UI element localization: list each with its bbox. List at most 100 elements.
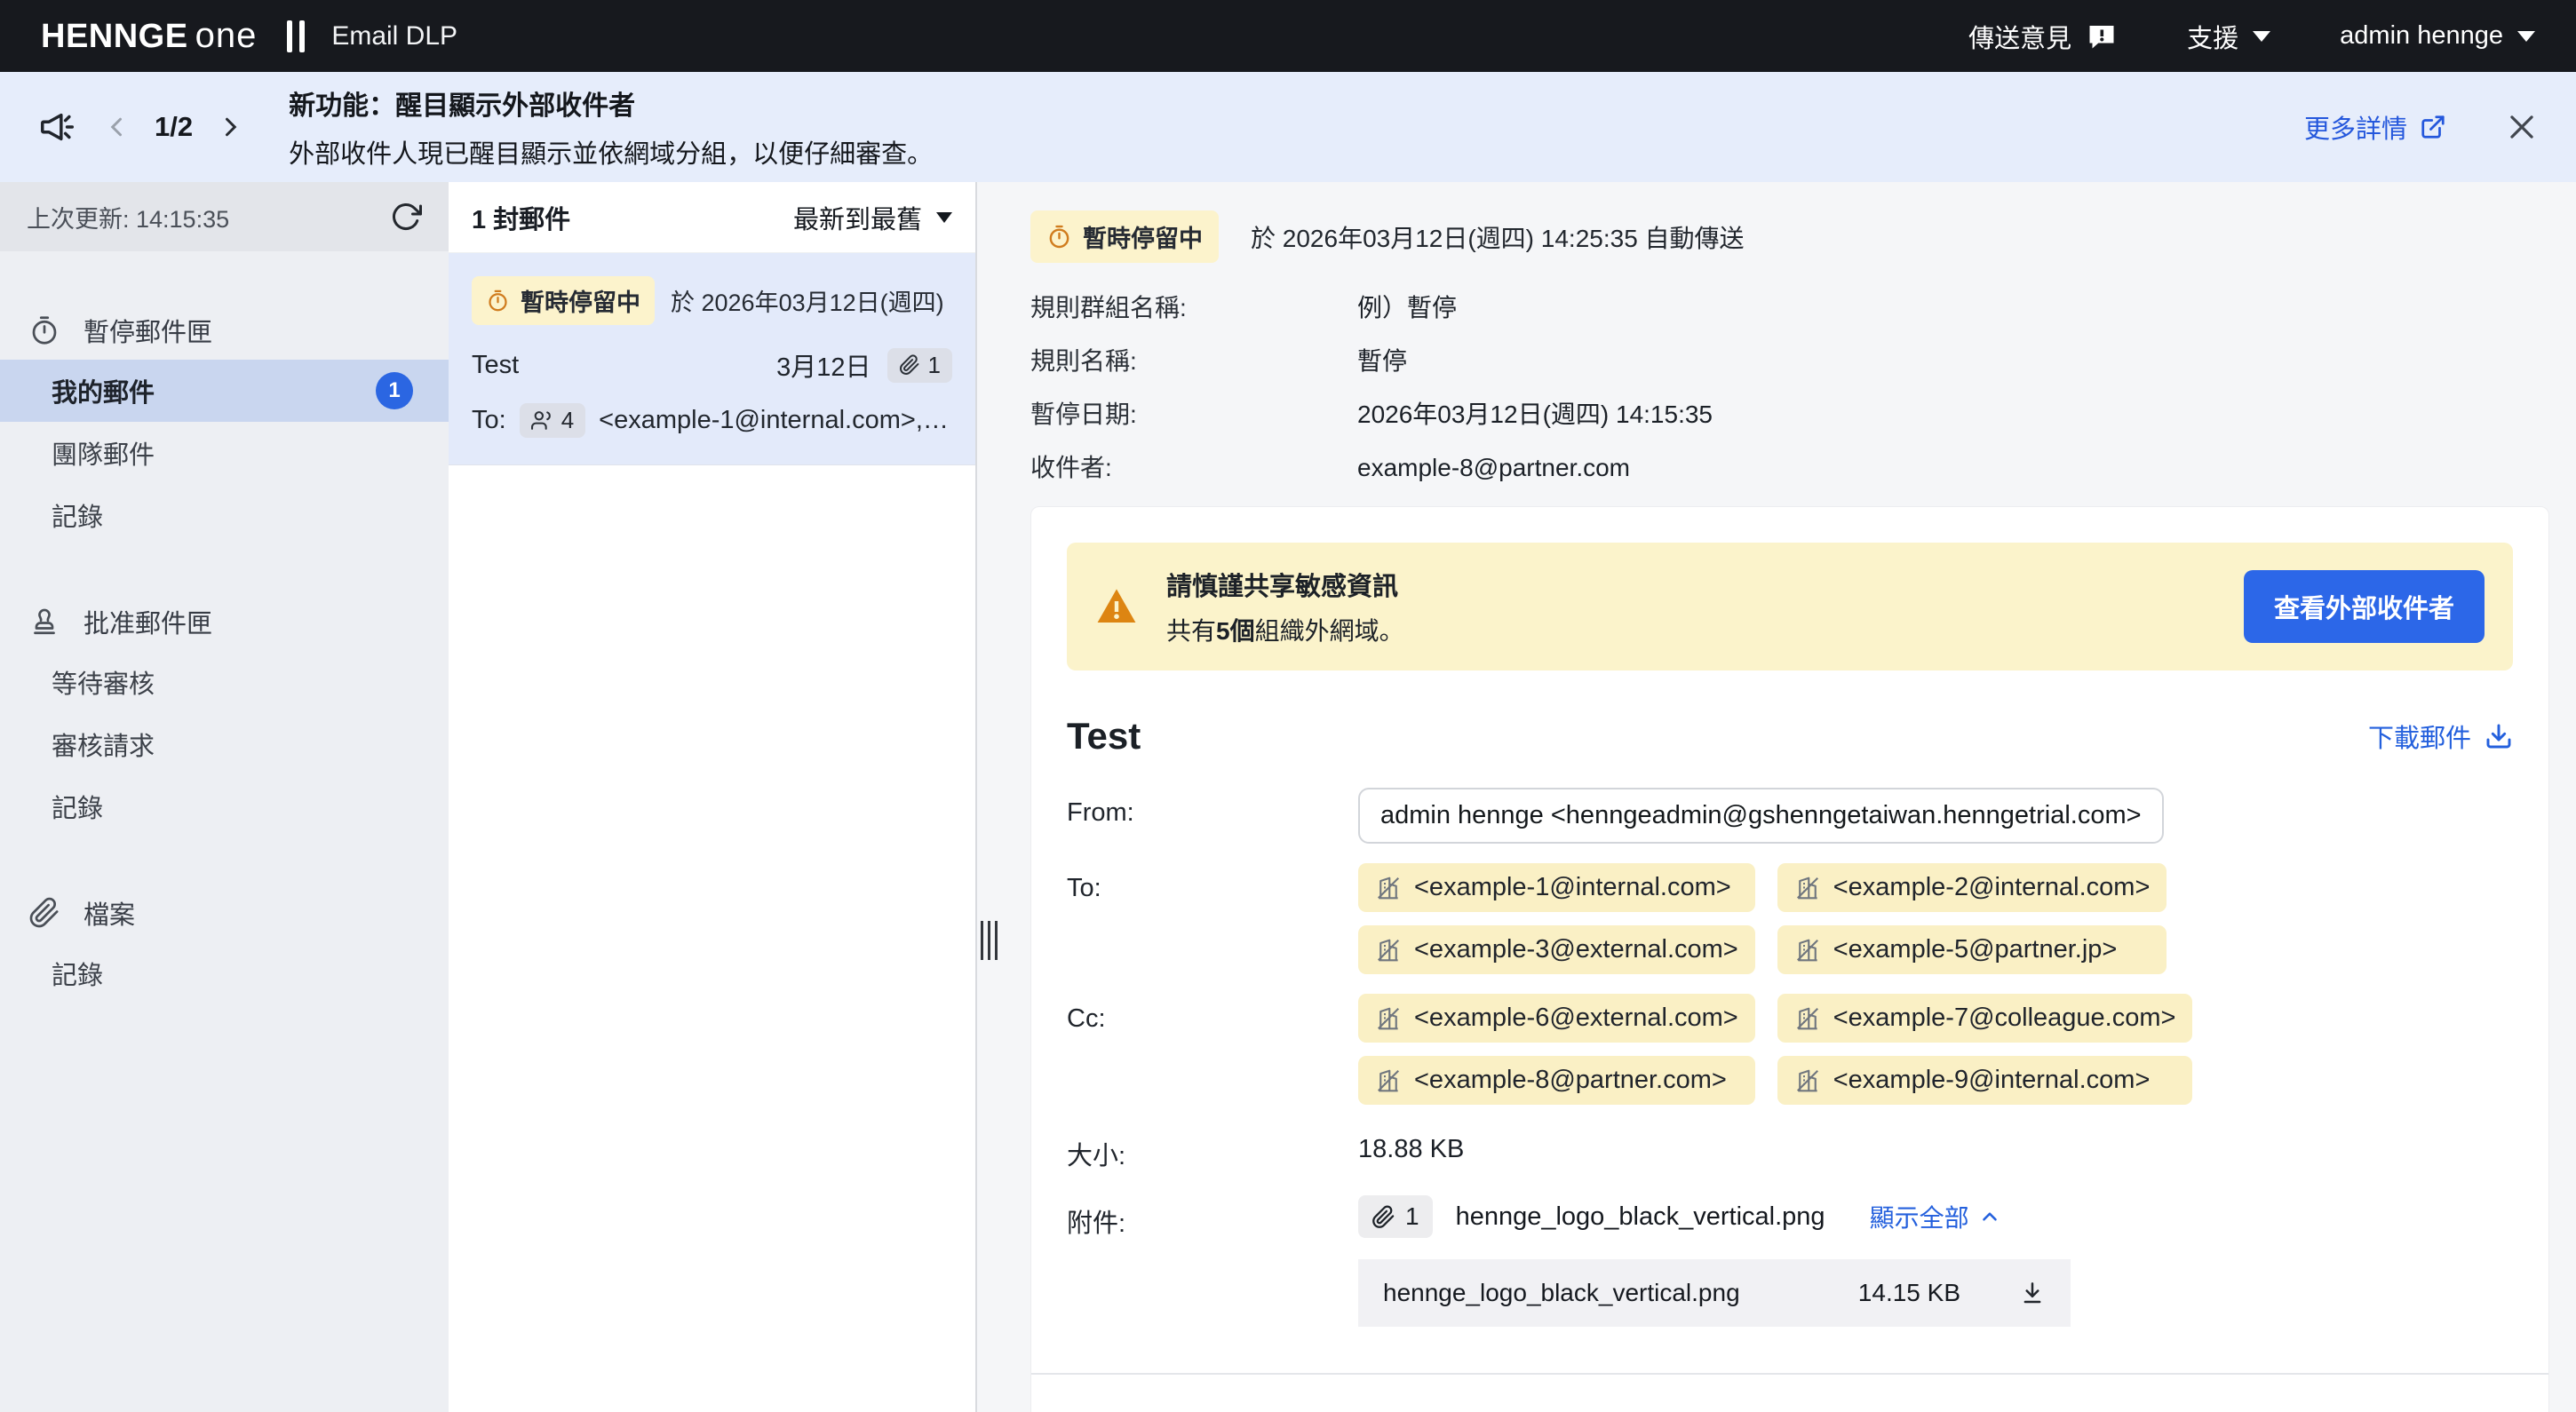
field-label: 暫停日期:	[1030, 400, 1357, 430]
recipient-address: <example-2@internal.com>	[1833, 873, 2151, 902]
external-org-icon	[1375, 1067, 1402, 1094]
external-link-icon	[2420, 114, 2446, 140]
sidebar-section-paused-mailbox: 暫停郵件匣	[0, 301, 449, 360]
recipient-address: <example-9@internal.com>	[1833, 1066, 2151, 1095]
hennge-one-logo[interactable]: HENNGE one	[41, 16, 257, 56]
auto-send-time: 於 2026年03月12日(週四) 14:25:35 自動傳送	[1251, 219, 1745, 255]
sidebar-section-approval-mailbox: 批准郵件匣	[0, 592, 449, 651]
user-menu[interactable]: admin hennge	[2340, 21, 2535, 51]
download-mail-link[interactable]: 下載郵件	[2368, 718, 2513, 755]
field-value: 暫停	[1357, 346, 1407, 377]
field-label: 規則名稱:	[1030, 346, 1357, 377]
sidebar-item-review-requests[interactable]: 審核請求	[0, 713, 449, 775]
recipients-preview: <example-1@internal.com>,…	[599, 406, 952, 435]
nav-item-label: 我的郵件	[52, 372, 155, 409]
mail-subject-title: Test	[1067, 715, 1141, 758]
recipient-address: <example-5@partner.jp>	[1833, 935, 2118, 964]
status-label: 暫時停留中	[521, 283, 640, 318]
announcement-body: 外部收件人現已醒目顯示並依網域分組，以便仔細審查。	[289, 133, 933, 171]
rule-group-row: 規則群組名稱: 例）暫停	[1030, 293, 2549, 323]
mail-list-item-selected[interactable]: 暫時停留中 於 2026年03月12日(週四) 14… Test 3月12日 1	[449, 253, 975, 465]
recipient-chip: <example-1@internal.com>	[1358, 863, 1755, 912]
recipient-chip: <example-6@external.com>	[1358, 994, 1755, 1043]
section-label: 批准郵件匣	[83, 603, 212, 640]
pager-count: 1/2	[155, 111, 193, 143]
sidebar-item-pending-review[interactable]: 等待審核	[0, 651, 449, 713]
warning-body: 共有5個組織外網域。	[1166, 612, 1404, 647]
stamp-icon	[28, 606, 60, 638]
field-value: 2026年03月12日(週四) 14:15:35	[1357, 400, 1713, 430]
nav-item-label: 記錄	[52, 496, 103, 534]
more-details-label: 更多詳情	[2304, 108, 2407, 146]
support-label: 支援	[2187, 18, 2238, 55]
download-mail-label: 下載郵件	[2368, 718, 2471, 755]
external-org-icon	[1794, 937, 1821, 964]
sort-dropdown[interactable]: 最新到最舊	[793, 199, 952, 236]
file-size: 14.15 KB	[1858, 1279, 1960, 1307]
size-label: 大小:	[1067, 1124, 1358, 1172]
sensitive-info-warning: 請慎謹共享敏感資訊 共有5個組織外網域。 查看外部收件者	[1067, 543, 2513, 670]
brand-secondary: one	[195, 16, 258, 56]
status-label: 暫時停留中	[1083, 219, 1203, 254]
to-row: To: <example-1@internal.com>	[1067, 863, 2513, 974]
last-updated-label: 上次更新: 14:15:35	[27, 200, 229, 234]
field-label: 規則群組名稱:	[1030, 293, 1357, 323]
nav-item-label: 團隊郵件	[52, 434, 155, 472]
more-details-link[interactable]: 更多詳情	[2304, 108, 2446, 146]
external-org-icon	[1794, 1005, 1821, 1032]
cc-label: Cc:	[1067, 994, 1358, 1034]
attachment-name: hennge_logo_black_vertical.png	[1456, 1202, 1825, 1232]
sidebar-item-files-log[interactable]: 記錄	[0, 942, 449, 1004]
file-name: hennge_logo_black_vertical.png	[1383, 1279, 1858, 1307]
field-value: 例）暫停	[1357, 293, 1457, 323]
mail-date: 3月12日	[776, 346, 871, 384]
view-external-recipients-button[interactable]: 查看外部收件者	[2244, 570, 2485, 643]
mail-subject: Test	[472, 351, 519, 380]
product-divider-icon	[287, 20, 305, 52]
sort-label: 最新到最舊	[793, 199, 922, 236]
paperclip-icon	[899, 354, 920, 376]
external-org-icon	[1375, 875, 1402, 901]
recipient-chip: <example-3@external.com>	[1358, 925, 1755, 974]
show-all-label: 顯示全部	[1870, 1199, 1969, 1234]
recipient-address: <example-3@external.com>	[1414, 935, 1738, 964]
mail-detail-panel: 暫時停留中 於 2026年03月12日(週四) 14:25:35 自動傳送 規則…	[977, 182, 2576, 1412]
feedback-bubble-icon	[2086, 20, 2118, 52]
size-row: 大小: 18.88 KB	[1067, 1124, 2513, 1172]
from-label: From:	[1067, 788, 1358, 828]
recipient-count: 4	[561, 407, 574, 434]
attachment-count-pill: 1	[887, 348, 952, 383]
sidebar-item-my-mail[interactable]: 我的郵件 1	[0, 360, 449, 422]
chevron-up-icon	[1978, 1205, 2001, 1228]
recipient-address: <example-6@external.com>	[1414, 1003, 1738, 1033]
support-menu[interactable]: 支援	[2187, 18, 2270, 55]
feedback-label: 傳送意見	[1968, 18, 2071, 55]
brand-primary: HENNGE	[41, 18, 188, 56]
recipient-count-pill: 4	[520, 403, 585, 438]
to-label: To:	[472, 406, 506, 435]
chevron-left-icon[interactable]	[105, 114, 131, 140]
cc-row: Cc: <example-6@external.com>	[1067, 994, 2513, 1105]
download-icon[interactable]	[2019, 1280, 2046, 1306]
sidebar: 上次更新: 14:15:35 暫停郵件匣 我的郵件 1 團隊郵	[0, 182, 449, 1412]
feedback-button[interactable]: 傳送意見	[1968, 18, 2118, 55]
from-row: From: admin hennge <henngeadmin@gshennge…	[1067, 788, 2513, 844]
sidebar-item-paused-log[interactable]: 記錄	[0, 484, 449, 546]
status-badge: 暫時停留中	[1030, 210, 1219, 263]
show-all-toggle[interactable]: 顯示全部	[1870, 1199, 2001, 1234]
refresh-icon[interactable]	[390, 201, 422, 233]
sidebar-item-team-mail[interactable]: 團隊郵件	[0, 422, 449, 484]
megaphone-icon	[37, 107, 78, 147]
field-label: 收件者:	[1030, 453, 1357, 483]
recipient-chip: <example-5@partner.jp>	[1777, 925, 2167, 974]
product-name: Email DLP	[331, 21, 457, 52]
recipient-chip: <example-7@colleague.com>	[1777, 994, 2193, 1043]
unread-count-badge: 1	[376, 372, 413, 409]
sidebar-item-approval-log[interactable]: 記錄	[0, 775, 449, 837]
chevron-right-icon[interactable]	[216, 114, 242, 140]
recipient-chip: <example-2@internal.com>	[1777, 863, 2167, 912]
mail-list-panel: 1 封郵件 最新到最舊 暫時停留中 於 2026年03月12日(週四) 14… …	[449, 182, 977, 1412]
nav-item-label: 記錄	[52, 955, 103, 992]
panel-resize-handle[interactable]	[981, 921, 998, 960]
close-icon[interactable]	[2505, 110, 2539, 144]
